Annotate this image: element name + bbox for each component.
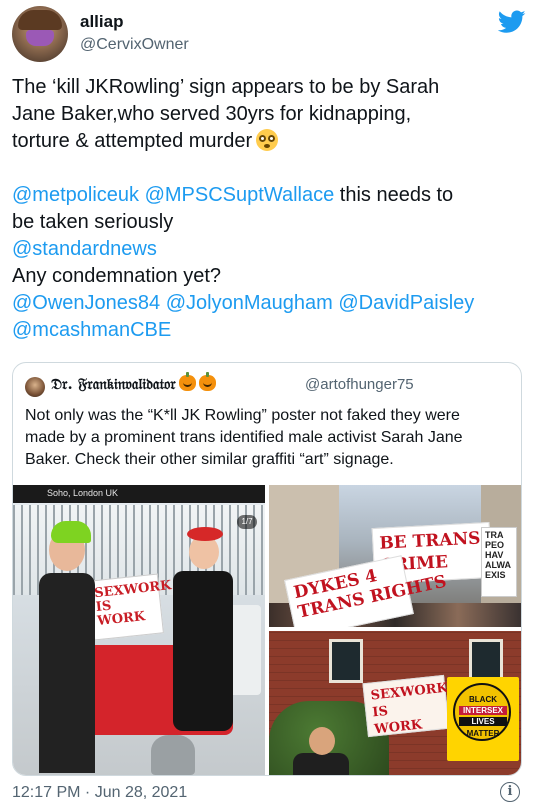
sign-text: SEXWORK IS WORK [369, 680, 449, 738]
author-handle[interactable]: @CervixOwner [80, 36, 189, 54]
sign-text: MATTER [466, 729, 500, 738]
tweet-line: The ‘kill JKRowling’ sign appears to be … [12, 76, 440, 98]
quoted-tweet-line: made by a prominent trans identified mal… [25, 429, 463, 446]
avatar-mask [26, 30, 54, 46]
tweet-line-text: this needs to [334, 184, 454, 206]
media-photo-2[interactable]: BE TRANS CRIME TRA PEO HAV ALWA EXIS DYK… [269, 485, 521, 627]
twitter-bird-icon[interactable] [498, 10, 526, 34]
quoted-tweet-line: Baker. Check their other similar graffit… [25, 451, 394, 468]
tweet-line: @standardnews [12, 236, 526, 263]
mention-standardnews[interactable]: @standardnews [12, 238, 157, 260]
tweet-line: Jane Baker,who served 30yrs for kidnappi… [12, 103, 412, 125]
tweet-line: @mcashmanCBE [12, 317, 526, 344]
tweet-line: @OwenJones84 @JolyonMaugham @DavidPaisle… [12, 290, 526, 317]
story-topbar: Soho, London UK [13, 485, 265, 503]
person [293, 727, 349, 775]
protest-sign: TRA PEO HAV ALWA EXIS [481, 527, 517, 597]
flushed-face-emoji [256, 129, 279, 151]
mention-jolyonmaugham[interactable]: @JolyonMaugham [166, 292, 333, 314]
jack-o-lantern-emoji [178, 372, 196, 391]
mention-mcashmancbe[interactable]: @mcashmanCBE [12, 319, 171, 341]
tweet-line: be taken seriously [12, 211, 174, 233]
mention-metpoliceuk[interactable]: @metpoliceuk [12, 184, 139, 206]
avatar-hair [18, 10, 62, 30]
quoted-tweet-header: 𝔇𝔯. 𝔉𝔯𝔞𝔫𝔨𝔦𝔫𝔳𝔞𝔩𝔦𝔡𝔞𝔱𝔬𝔯 @artofhunger75 [25, 372, 515, 397]
media-photo-3[interactable]: SEXWORK IS WORK BLACK INTERSEX LIVES MAT… [269, 631, 521, 775]
sign-text: TRA PEO HAV ALWA EXIS [485, 530, 511, 580]
tweet-line-with-emoji: torture & attempted murder [12, 128, 526, 155]
quoted-author-handle[interactable]: @artofhunger75 [305, 376, 414, 393]
tweet-footer: 12:17 PM · Jun 28, 2021 i [12, 782, 526, 804]
photo-location-label: Soho, London UK [47, 488, 119, 498]
mention-davidpaisley[interactable]: @DavidPaisley [338, 292, 474, 314]
quoted-tweet[interactable]: 𝔇𝔯. 𝔉𝔯𝔞𝔫𝔨𝔦𝔫𝔳𝔞𝔩𝔦𝔡𝔞𝔱𝔬𝔯 @artofhunger75 Not … [12, 362, 522, 776]
tweet-body: The ‘kill JKRowling’ sign appears to be … [12, 74, 526, 344]
quoted-tweet-media-grid: Soho, London UK 1/7 SEXWORK IS WORK BE T… [13, 485, 521, 775]
protest-sign: SEXWORK IS WORK [362, 674, 450, 738]
tweet-line-text: torture & attempted murder [12, 130, 253, 152]
mention-owenjones84[interactable]: @OwenJones84 [12, 292, 160, 314]
protest-sign: SEXWORK IS WORK [88, 573, 172, 641]
quoted-author-name-text: 𝔇𝔯. 𝔉𝔯𝔞𝔫𝔨𝔦𝔫𝔳𝔞𝔩𝔦𝔡𝔞𝔱𝔬𝔯 [51, 375, 176, 393]
mention-mpscsuptwallace[interactable]: @MPSCSuptWallace [145, 184, 335, 206]
tweet-line: @metpoliceuk @MPSCSuptWallace this needs… [12, 182, 526, 209]
window [329, 639, 363, 683]
sign-text: BLACK [469, 695, 497, 704]
quoted-author-avatar[interactable] [25, 377, 45, 397]
jack-o-lantern-emoji [198, 372, 216, 391]
info-icon[interactable]: i [500, 782, 520, 802]
tweet-line: Any condemnation yet? [12, 265, 222, 287]
protest-sign-yellow: BLACK INTERSEX LIVES MATTER [447, 677, 519, 761]
sign-text: INTERSEX [459, 706, 507, 715]
person-green-hair [35, 521, 97, 775]
quoted-author-name[interactable]: 𝔇𝔯. 𝔉𝔯𝔞𝔫𝔨𝔦𝔫𝔳𝔞𝔩𝔦𝔡𝔞𝔱𝔬𝔯 [51, 372, 216, 393]
author-name[interactable]: alliap [80, 12, 123, 32]
media-photo-1[interactable]: Soho, London UK 1/7 SEXWORK IS WORK [13, 485, 265, 775]
quoted-tweet-body: Not only was the “K*ll JK Rowling” poste… [25, 405, 515, 471]
dog [151, 735, 195, 775]
quoted-tweet-line: Not only was the “K*ll JK Rowling” poste… [25, 407, 460, 424]
tweet-header: alliap @CervixOwner [12, 6, 526, 66]
author-avatar[interactable] [12, 6, 68, 62]
sign-text: LIVES [459, 717, 507, 726]
tweet-timestamp[interactable]: 12:17 PM · Jun 28, 2021 [12, 784, 187, 802]
